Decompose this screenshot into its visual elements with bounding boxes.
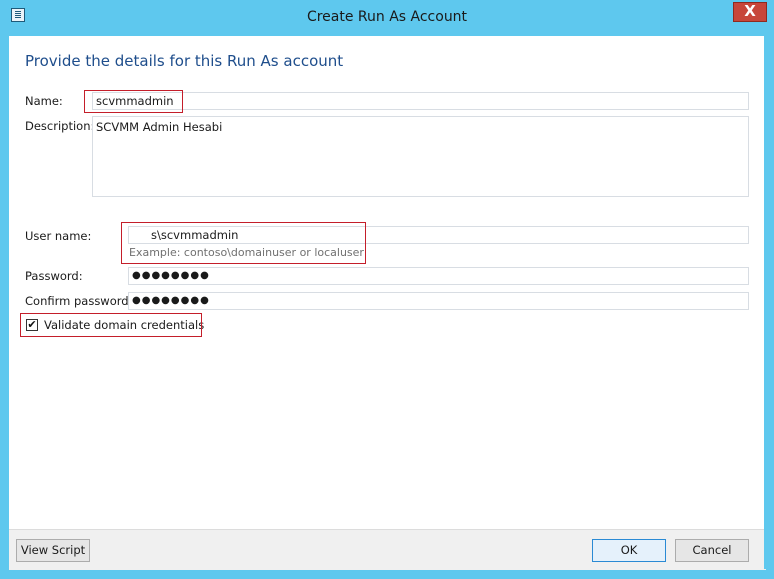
password-value: ●●●●●●●● bbox=[132, 270, 210, 281]
confirm-password-value: ●●●●●●●● bbox=[132, 295, 210, 306]
username-label: User name: bbox=[25, 229, 92, 243]
dialog-body: Provide the details for this Run As acco… bbox=[9, 36, 766, 570]
description-label: Description: bbox=[25, 119, 95, 133]
button-bar: View Script OK Cancel bbox=[9, 529, 766, 570]
close-button[interactable]: X bbox=[733, 2, 767, 22]
password-label: Password: bbox=[25, 269, 83, 283]
right-edge-scrollbar[interactable] bbox=[764, 36, 774, 569]
page-heading: Provide the details for this Run As acco… bbox=[25, 52, 344, 70]
confirm-password-label: Confirm password: bbox=[25, 294, 133, 308]
name-label: Name: bbox=[25, 94, 63, 108]
description-textarea[interactable]: SCVMM Admin Hesabi bbox=[92, 116, 749, 197]
validate-highlight bbox=[20, 313, 202, 337]
password-input[interactable]: ●●●●●●●● bbox=[128, 267, 749, 285]
dialog-window: Create Run As Account X Provide the deta… bbox=[0, 0, 774, 579]
ok-button[interactable]: OK bbox=[592, 539, 666, 562]
view-script-button[interactable]: View Script bbox=[16, 539, 90, 562]
cancel-button[interactable]: Cancel bbox=[675, 539, 749, 562]
confirm-password-input[interactable]: ●●●●●●●● bbox=[128, 292, 749, 310]
username-highlight bbox=[121, 222, 366, 264]
description-value: SCVMM Admin Hesabi bbox=[96, 120, 223, 134]
name-input[interactable]: scvmmadmin bbox=[92, 92, 749, 110]
name-highlight bbox=[84, 90, 183, 113]
title-bar[interactable]: Create Run As Account X bbox=[0, 0, 774, 34]
window-title: Create Run As Account bbox=[306, 9, 468, 25]
